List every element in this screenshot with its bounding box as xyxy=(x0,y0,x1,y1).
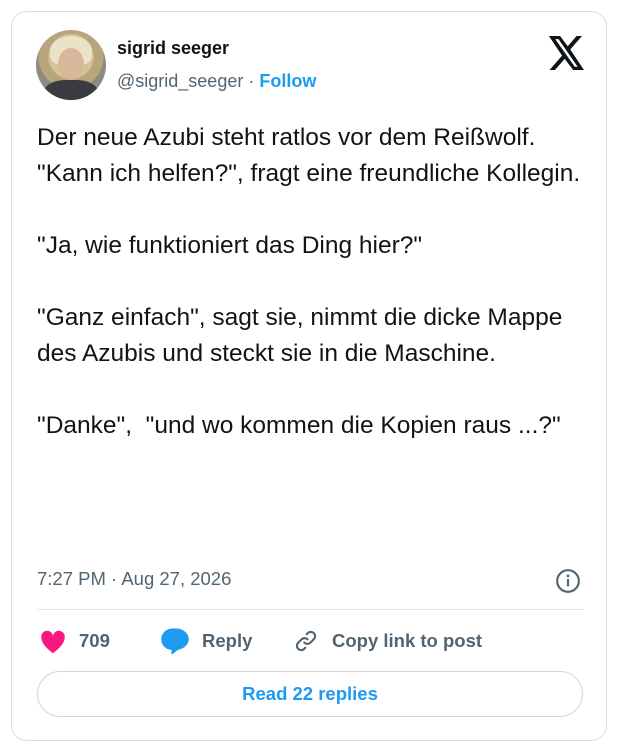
read-replies-label: Read 22 replies xyxy=(242,683,378,704)
reply-label: Reply xyxy=(202,630,253,651)
info-icon[interactable] xyxy=(555,568,581,594)
avatar[interactable] xyxy=(36,30,106,100)
action-bar: 709 Reply Copy link to post xyxy=(12,624,608,658)
separator: · xyxy=(248,71,255,91)
post-timestamp[interactable]: 7:27 PM · Aug 27, 2026 xyxy=(37,568,231,590)
read-replies-button[interactable]: Read 22 replies xyxy=(37,671,583,717)
author-handle[interactable]: @sigrid_seeger xyxy=(117,71,243,91)
like-button[interactable]: 709 xyxy=(39,624,110,658)
divider xyxy=(37,609,583,610)
link-icon xyxy=(295,630,317,652)
post-text: Der neue Azubi steht ratlos vor dem Reiß… xyxy=(37,124,581,439)
heart-icon xyxy=(41,630,65,654)
copy-link-button[interactable]: Copy link to post xyxy=(292,624,482,658)
follow-button[interactable]: Follow xyxy=(259,71,316,91)
post-card: sigrid seeger @sigrid_seeger · Follow De… xyxy=(11,11,607,741)
x-logo-icon[interactable] xyxy=(548,36,586,70)
author-name[interactable]: sigrid seeger xyxy=(117,38,229,59)
like-count: 709 xyxy=(79,630,110,651)
reply-bubble-icon xyxy=(161,628,189,655)
copy-link-label: Copy link to post xyxy=(332,630,483,651)
reply-button[interactable]: Reply xyxy=(160,624,252,658)
author-handle-line: @sigrid_seeger · Follow xyxy=(117,71,316,92)
